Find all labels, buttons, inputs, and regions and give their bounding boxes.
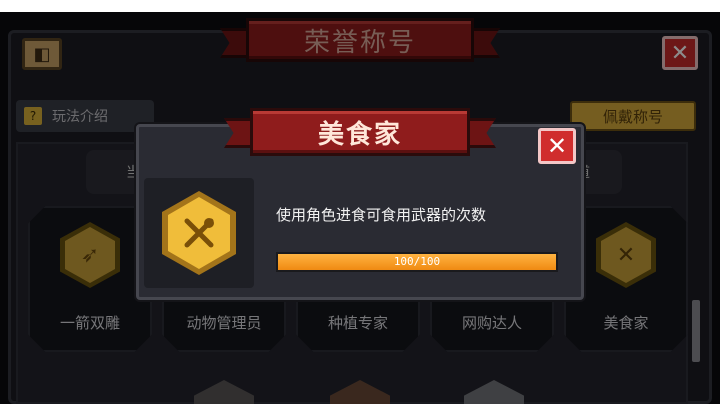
modal-title-ribbon: 美食家 <box>224 108 496 156</box>
close-icon: ✕ <box>546 132 568 160</box>
game-screen: 荣誉称号 ◧ ✕ ? 玩法介绍 佩戴称号 当 道 ➶ ✕ 一箭双雕 动物管理员 … <box>0 0 720 404</box>
fork-spoon-icon <box>184 218 214 248</box>
top-strip <box>0 0 720 12</box>
progress-bar: 100/100 <box>276 252 558 272</box>
modal-close-button[interactable]: ✕ <box>538 128 576 164</box>
ribbon-body: 美食家 <box>250 108 470 156</box>
modal-description: 使用角色进食可食用武器的次数 <box>276 206 487 224</box>
modal-title: 美食家 <box>317 119 402 150</box>
progress-text: 100/100 <box>393 255 441 268</box>
